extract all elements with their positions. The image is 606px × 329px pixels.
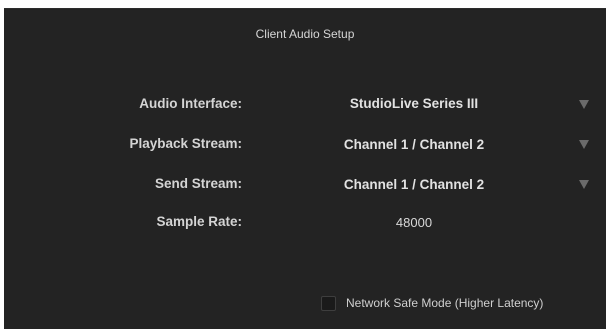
network-safe-mode-checkbox[interactable]	[321, 296, 336, 311]
playback-stream-value[interactable]: Channel 1 / Channel 2	[304, 137, 524, 153]
network-safe-mode-label[interactable]: Network Safe Mode (Higher Latency)	[346, 296, 543, 311]
sample-rate-value: 48000	[395, 215, 433, 230]
audio-interface-label: Audio Interface:	[139, 96, 242, 111]
send-stream-label: Send Stream:	[154, 176, 242, 191]
send-stream-chevron-down-icon[interactable]	[579, 180, 589, 189]
send-stream-value[interactable]: Channel 1 / Channel 2	[304, 177, 524, 193]
client-audio-setup-dialog: Client Audio Setup Audio Interface: Stud…	[4, 8, 606, 329]
sample-rate-label: Sample Rate:	[156, 214, 242, 229]
audio-interface-chevron-down-icon[interactable]	[579, 100, 589, 109]
playback-stream-chevron-down-icon[interactable]	[579, 140, 589, 149]
dialog-title: Client Audio Setup	[255, 27, 355, 41]
playback-stream-label: Playback Stream:	[129, 136, 242, 151]
audio-interface-value[interactable]: StudioLive Series III	[304, 96, 524, 112]
